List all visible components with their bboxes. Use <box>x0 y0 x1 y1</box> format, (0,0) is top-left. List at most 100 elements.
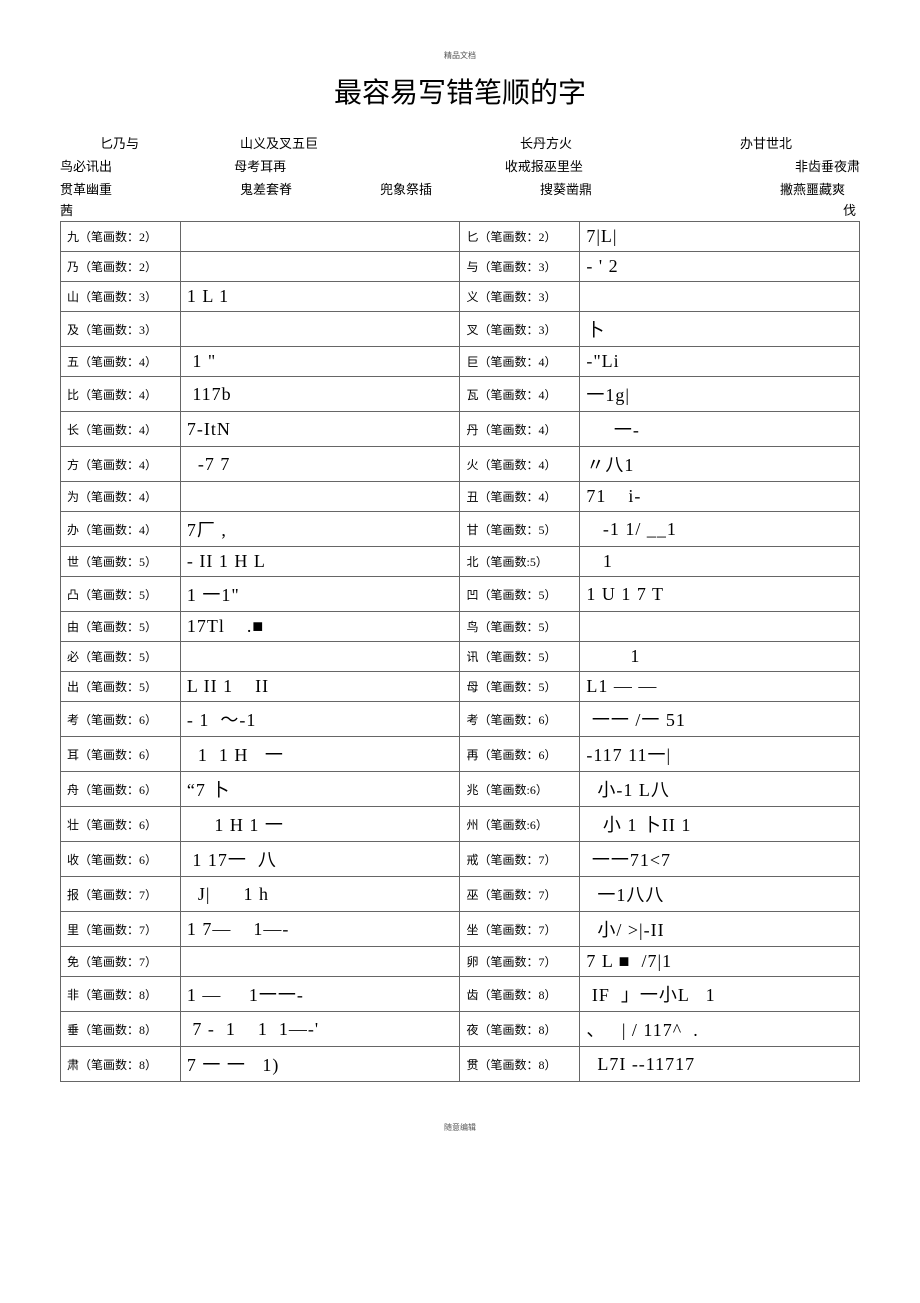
group-2b: 母考耳再 <box>234 156 505 175</box>
char-label-right: 北（笔画数:5） <box>460 547 580 577</box>
char-label-right: 母（笔画数：5） <box>460 672 580 702</box>
group-line-2: 鸟必讯出 母考耳再 收戒报巫里坐 非齿垂夜肃 <box>60 154 860 177</box>
table-row: 长（笔画数：4）7-ItN丹（笔画数：4） 一- <box>61 412 860 447</box>
char-label-left: 肃（笔画数：8） <box>61 1047 181 1082</box>
stroke-seq-left <box>180 482 460 512</box>
table-row: 肃（笔画数：8）7 一 一 1)贯（笔画数：8） L7I --11717 <box>61 1047 860 1082</box>
char-label-right: 兆（笔画数:6） <box>460 772 580 807</box>
char-label-right: 丑（笔画数：4） <box>460 482 580 512</box>
stroke-seq-right: 、 | / 117^ . <box>580 1012 860 1047</box>
stroke-seq-left <box>180 947 460 977</box>
char-label-right: 丹（笔画数：4） <box>460 412 580 447</box>
table-row: 五（笔画数：4） 1 "巨（笔画数：4）-"Li <box>61 347 860 377</box>
stroke-seq-right: 小 1 卜II 1 <box>580 807 860 842</box>
stroke-seq-right: IF 」一小L 1 <box>580 977 860 1012</box>
stroke-seq-right: 1 <box>580 642 860 672</box>
char-label-right: 匕（笔画数：2） <box>460 222 580 252</box>
stroke-seq-right: 1 U 1 7 T <box>580 577 860 612</box>
stroke-seq-right: 7|L| <box>580 222 860 252</box>
group-3d: 搜葵凿鼎 <box>540 179 780 198</box>
char-label-right: 考（笔画数：6） <box>460 702 580 737</box>
group-2a: 鸟必讯出 <box>60 156 234 175</box>
char-label-left: 出（笔画数：5） <box>61 672 181 702</box>
footer-tiny: 随意编辑 <box>60 1122 860 1133</box>
group-2c: 收戒报巫里坐 <box>505 156 795 175</box>
char-label-left: 壮（笔画数：6） <box>61 807 181 842</box>
table-row: 世（笔画数：5）- II 1 H L北（笔画数:5） 1 <box>61 547 860 577</box>
group-3e: 撇燕噩藏爽 <box>780 179 845 198</box>
char-label-right: 巫（笔画数：7） <box>460 877 580 912</box>
char-label-right: 戒（笔画数：7） <box>460 842 580 877</box>
table-row: 及（笔画数：3）叉（笔画数：3）卜 <box>61 312 860 347</box>
table-row: 山（笔画数：3）1 L 1义（笔画数：3） <box>61 282 860 312</box>
group-3c: 兜象祭插 <box>380 179 540 198</box>
stroke-seq-right: 小-1 L八 <box>580 772 860 807</box>
char-label-left: 为（笔画数：4） <box>61 482 181 512</box>
table-row: 垂（笔画数：8） 7 - 1 1 1—-'夜（笔画数：8）、 | / 117^ … <box>61 1012 860 1047</box>
char-label-left: 免（笔画数：7） <box>61 947 181 977</box>
stroke-seq-left: 117b <box>180 377 460 412</box>
char-label-right: 凹（笔画数：5） <box>460 577 580 612</box>
stroke-seq-right <box>580 612 860 642</box>
table-row: 收（笔画数：6） 1 17一 八戒（笔画数：7） 一一71<7 <box>61 842 860 877</box>
char-label-right: 再（笔画数：6） <box>460 737 580 772</box>
table-row: 舟（笔画数：6）“7 卜兆（笔画数:6） 小-1 L八 <box>61 772 860 807</box>
char-label-left: 九（笔画数：2） <box>61 222 181 252</box>
char-label-right: 州（笔画数:6） <box>460 807 580 842</box>
stroke-seq-right <box>580 282 860 312</box>
char-label-left: 山（笔画数：3） <box>61 282 181 312</box>
stroke-seq-left: 1 H 1 一 <box>180 807 460 842</box>
stroke-seq-left: “7 卜 <box>180 772 460 807</box>
char-label-left: 耳（笔画数：6） <box>61 737 181 772</box>
table-row: 方（笔画数：4） -7 7火（笔画数：4）〃八1 <box>61 447 860 482</box>
stroke-seq-left: 7 一 一 1) <box>180 1047 460 1082</box>
table-row: 比（笔画数：4） 117b瓦（笔画数：4）一1g| <box>61 377 860 412</box>
stroke-seq-left: 7 - 1 1 1—-' <box>180 1012 460 1047</box>
char-label-right: 与（笔画数：3） <box>460 252 580 282</box>
char-label-left: 办（笔画数：4） <box>61 512 181 547</box>
stroke-seq-left: 1 — 1一一- <box>180 977 460 1012</box>
table-row: 由（笔画数：5）17Tl .■鸟（笔画数：5） <box>61 612 860 642</box>
char-label-right: 甘（笔画数：5） <box>460 512 580 547</box>
stroke-seq-right: 小/ >|-II <box>580 912 860 947</box>
char-label-left: 收（笔画数：6） <box>61 842 181 877</box>
stroke-seq-left: 1 一1" <box>180 577 460 612</box>
group-1a: 匕乃与 <box>100 133 240 152</box>
group-3a: 贯革幽重 <box>60 179 240 198</box>
table-row: 免（笔画数：7）卵（笔画数：7）7 L ■ /7|1 <box>61 947 860 977</box>
stroke-seq-right: - ' 2 <box>580 252 860 282</box>
table-row: 乃（笔画数：2）与（笔画数：3）- ' 2 <box>61 252 860 282</box>
stroke-seq-right: L7I --11717 <box>580 1047 860 1082</box>
stroke-seq-right: 1 <box>580 547 860 577</box>
stroke-seq-left: -7 7 <box>180 447 460 482</box>
char-label-left: 非（笔画数：8） <box>61 977 181 1012</box>
stroke-seq-right: 一一71<7 <box>580 842 860 877</box>
table-row: 耳（笔画数：6） 1 1 H 一再（笔画数：6）-117 11一| <box>61 737 860 772</box>
char-label-left: 里（笔画数：7） <box>61 912 181 947</box>
char-label-right: 坐（笔画数：7） <box>460 912 580 947</box>
char-label-right: 瓦（笔画数：4） <box>460 377 580 412</box>
char-label-left: 必（笔画数：5） <box>61 642 181 672</box>
header-tiny: 精品文档 <box>60 50 860 61</box>
char-label-right: 叉（笔画数：3） <box>460 312 580 347</box>
group-1c: 长丹方火 <box>520 133 740 152</box>
char-label-left: 及（笔画数：3） <box>61 312 181 347</box>
stroke-seq-left: 1 L 1 <box>180 282 460 312</box>
char-label-right: 鸟（笔画数：5） <box>460 612 580 642</box>
char-label-right: 巨（笔画数：4） <box>460 347 580 377</box>
char-label-left: 方（笔画数：4） <box>61 447 181 482</box>
stroke-seq-left <box>180 312 460 347</box>
stroke-seq-left <box>180 642 460 672</box>
stroke-seq-left <box>180 252 460 282</box>
stroke-seq-right: -117 11一| <box>580 737 860 772</box>
stroke-seq-left: L II 1 II <box>180 672 460 702</box>
table-row: 考（笔画数：6）- 1 ～-1考（笔画数：6） 一一 /一 51 <box>61 702 860 737</box>
table-row: 报（笔画数：7） J| 1 h巫（笔画数：7） 一1八八 <box>61 877 860 912</box>
char-label-left: 世（笔画数：5） <box>61 547 181 577</box>
stroke-seq-right: 一1八八 <box>580 877 860 912</box>
table-row: 非（笔画数：8）1 — 1一一-齿（笔画数：8） IF 」一小L 1 <box>61 977 860 1012</box>
char-label-left: 比（笔画数：4） <box>61 377 181 412</box>
page-title: 最容易写错笔顺的字 <box>60 71 860 111</box>
orphan-left: 茜 <box>60 200 73 219</box>
char-label-right: 贯（笔画数：8） <box>460 1047 580 1082</box>
